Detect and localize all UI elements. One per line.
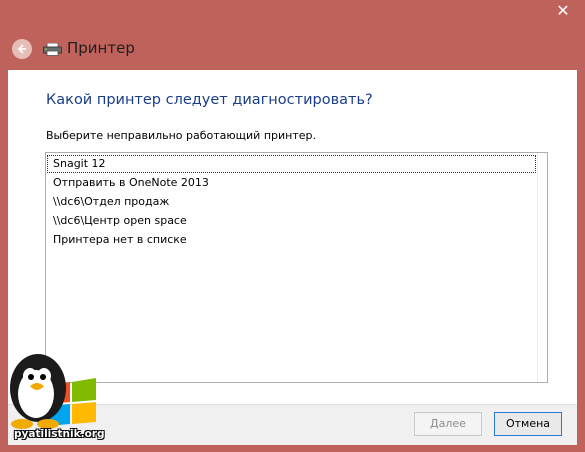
troubleshooter-window: ✕ Принтер Какой принтер следует диагност… bbox=[0, 0, 585, 452]
instruction-text: Выберите неправильно работающий принтер. bbox=[46, 129, 316, 142]
printer-list-item[interactable]: Отправить в OneNote 2013 bbox=[47, 174, 536, 192]
watermark-text: pyatilistnik.org bbox=[14, 428, 105, 440]
printer-list-item[interactable]: \\dc6\Центр open space bbox=[47, 212, 536, 230]
printer-list-item[interactable]: Принтера нет в списке bbox=[47, 231, 536, 249]
navigation-bar: Принтер bbox=[8, 31, 577, 69]
printer-list-item[interactable]: \\dc6\Отдел продаж bbox=[47, 193, 536, 211]
back-arrow-icon bbox=[17, 44, 26, 54]
printer-icon bbox=[43, 43, 62, 56]
next-button[interactable]: Далее bbox=[414, 412, 482, 436]
window-title: Принтер bbox=[67, 39, 135, 57]
watermark-logo: pyatilistnik.org bbox=[0, 346, 105, 452]
list-scrollbar[interactable] bbox=[537, 153, 547, 382]
printer-list[interactable]: Snagit 12 Отправить в OneNote 2013 \\dc6… bbox=[45, 152, 548, 383]
printer-list-item[interactable]: Snagit 12 bbox=[47, 155, 536, 173]
back-button[interactable] bbox=[12, 39, 32, 59]
close-icon: ✕ bbox=[556, 1, 570, 20]
close-button[interactable]: ✕ bbox=[548, 0, 578, 22]
page-heading: Какой принтер следует диагностировать? bbox=[46, 92, 373, 108]
title-bar[interactable]: ✕ bbox=[0, 0, 585, 31]
cancel-button[interactable]: Отмена bbox=[494, 412, 562, 436]
